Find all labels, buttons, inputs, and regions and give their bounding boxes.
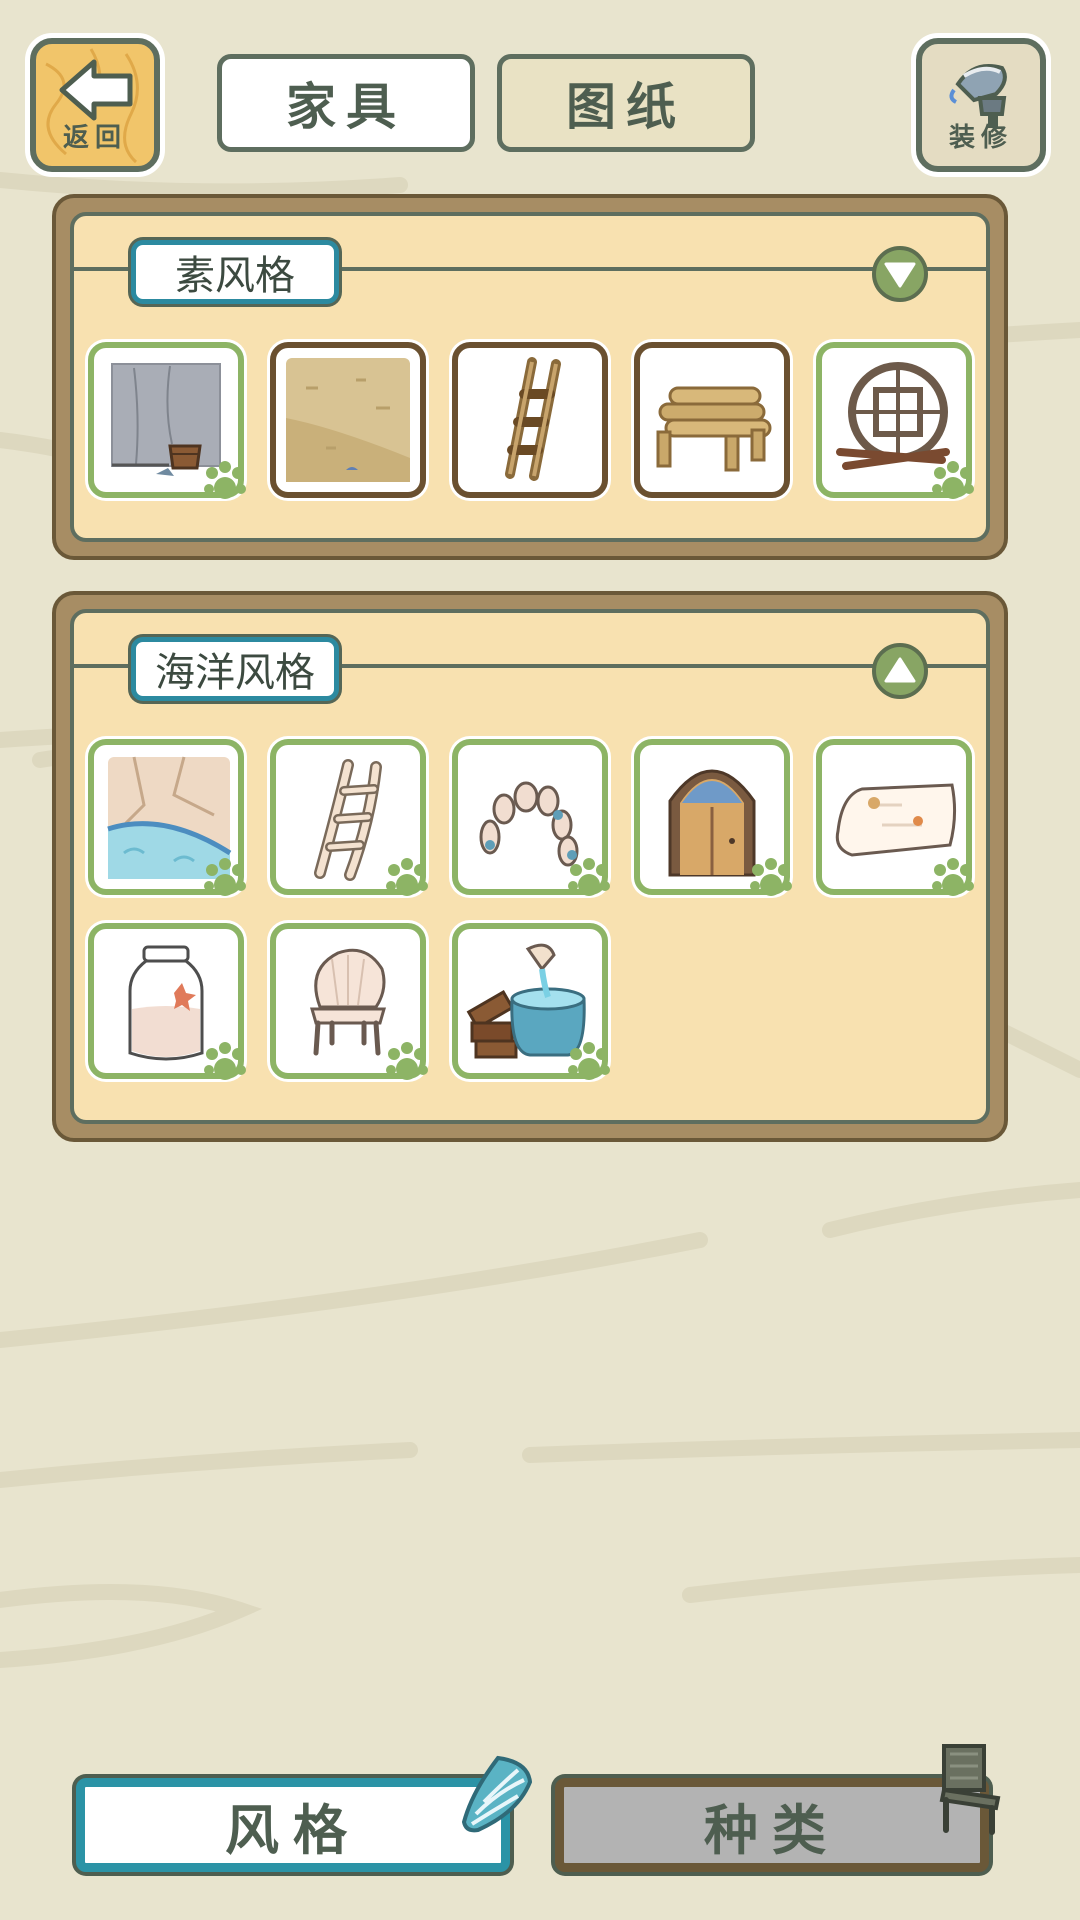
- seashell-icon: [461, 1755, 533, 1833]
- log-pile-table-icon: [656, 386, 772, 472]
- item-tile-arched-door[interactable]: [634, 739, 792, 896]
- collapse-toggle-button[interactable]: [872, 643, 928, 699]
- owned-clover-icon: [386, 1042, 428, 1080]
- owned-clover-icon: [204, 1042, 246, 1080]
- back-arrow-icon: [59, 59, 133, 121]
- owned-clover-icon: [932, 461, 974, 499]
- section-panel-ocean: 海洋风格: [52, 591, 1008, 1142]
- section-panel-inner: 素风格: [70, 212, 990, 542]
- item-tile-shell-chair[interactable]: [270, 923, 428, 1080]
- tab-category[interactable]: 种类: [555, 1778, 989, 1872]
- owned-clover-icon: [204, 858, 246, 896]
- item-tile-pebble-arch[interactable]: [452, 739, 610, 896]
- decorate-label: 装修: [948, 123, 1013, 153]
- chevron-down-icon: [884, 262, 916, 288]
- section-title-plain: 素风格: [131, 240, 339, 304]
- back-label: 返回: [62, 123, 127, 153]
- section-panel-inner: 海洋风格: [70, 609, 990, 1124]
- tab-furniture[interactable]: 家具: [217, 54, 475, 152]
- chair-icon: [939, 1744, 1001, 1835]
- item-tile-driftwood-ladder[interactable]: [270, 739, 428, 896]
- item-tile-sand-bottle[interactable]: [88, 923, 246, 1080]
- item-tile-plain-wall[interactable]: [88, 342, 246, 499]
- item-tile-log-table[interactable]: [634, 342, 790, 498]
- owned-clover-icon: [750, 858, 792, 896]
- item-tile-treasure-map[interactable]: [816, 739, 974, 896]
- item-tile-wooden-ladder[interactable]: [452, 342, 608, 498]
- item-tile-water-basin[interactable]: [452, 923, 610, 1080]
- item-tile-round-window[interactable]: [816, 342, 974, 499]
- decorate-button[interactable]: 装修: [916, 38, 1046, 172]
- item-tile-sand-floor[interactable]: [270, 342, 426, 498]
- owned-clover-icon: [568, 858, 610, 896]
- owned-clover-icon: [568, 1042, 610, 1080]
- owned-clover-icon: [932, 858, 974, 896]
- wooden-ladder-icon: [505, 357, 561, 481]
- back-button[interactable]: 返回: [30, 38, 160, 172]
- tab-blueprint[interactable]: 图纸: [497, 54, 755, 152]
- sand-floor-icon: [286, 358, 410, 482]
- section-title-ocean: 海洋风格: [131, 637, 339, 701]
- chevron-up-icon: [884, 657, 916, 683]
- owned-clover-icon: [386, 858, 428, 896]
- tab-style[interactable]: 风格: [76, 1778, 510, 1872]
- expand-toggle-button[interactable]: [872, 246, 928, 302]
- item-tile-ocean-floor[interactable]: [88, 739, 246, 896]
- owned-clover-icon: [204, 461, 246, 499]
- section-panel-plain: 素风格: [52, 194, 1008, 560]
